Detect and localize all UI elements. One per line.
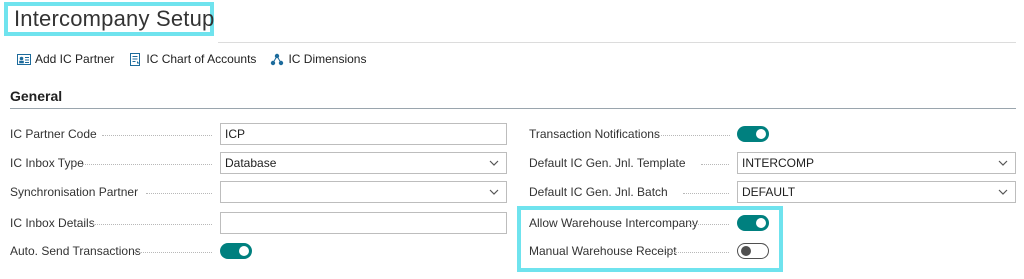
field-label: Default IC Gen. Jnl. Batch [529, 185, 668, 199]
chevron-down-icon [489, 189, 499, 195]
label-leader [146, 193, 212, 194]
label-leader [654, 135, 730, 136]
field-row-auto-send-transactions: Auto. Send Transactions [10, 239, 141, 263]
toggle-knob [239, 246, 249, 256]
field-value: ICP [225, 127, 246, 141]
ic-partner-code-input[interactable]: ICP [220, 123, 507, 145]
field-label: IC Partner Code [10, 127, 97, 141]
allow-warehouse-intercompany-toggle[interactable] [737, 215, 769, 231]
chart-of-accounts-icon [130, 52, 141, 66]
toggle-knob [741, 246, 751, 256]
default-ic-gen-jnl-template-select[interactable]: INTERCOMP [737, 152, 1016, 174]
field-label: Auto. Send Transactions [10, 244, 141, 258]
field-row-default-ic-gen-jnl-batch: Default IC Gen. Jnl. Batch [529, 180, 668, 204]
label-leader [134, 252, 212, 253]
synchronisation-partner-select[interactable] [220, 181, 507, 203]
field-label: Synchronisation Partner [10, 185, 139, 199]
field-value: INTERCOMP [742, 156, 814, 170]
ic-chart-of-accounts-label: IC Chart of Accounts [146, 52, 257, 66]
field-row-synchronisation-partner: Synchronisation Partner [10, 180, 138, 204]
field-row-ic-inbox-details: IC Inbox Details [10, 211, 95, 235]
ic-dimensions-button[interactable]: IC Dimensions [270, 51, 366, 67]
field-row-ic-partner-code: IC Partner Code [10, 122, 97, 146]
section-header-general[interactable]: General [10, 88, 62, 104]
label-leader [82, 164, 212, 165]
manual-warehouse-receipt-toggle[interactable] [737, 243, 769, 259]
label-leader [102, 135, 212, 136]
chevron-down-icon [489, 160, 499, 166]
field-row-transaction-notifications: Transaction Notifications [529, 122, 660, 146]
transaction-notifications-toggle[interactable] [737, 126, 769, 142]
field-label: IC Inbox Type [10, 156, 84, 170]
page-title-highlight: Intercompany Setup [4, 2, 214, 36]
toggle-knob [756, 129, 766, 139]
field-row-ic-inbox-type: IC Inbox Type [10, 151, 84, 175]
auto-send-transactions-toggle[interactable] [220, 243, 252, 259]
label-leader [689, 224, 729, 225]
label-leader [701, 164, 729, 165]
ic-dimensions-label: IC Dimensions [288, 52, 367, 66]
label-leader [92, 224, 212, 225]
field-row-allow-warehouse-intercompany: Allow Warehouse Intercompany [529, 211, 698, 235]
add-ic-partner-button[interactable]: Add IC Partner [17, 51, 114, 67]
toggle-knob [756, 218, 766, 228]
field-label: Transaction Notifications [529, 127, 660, 141]
chevron-down-icon [998, 189, 1008, 195]
field-row-manual-warehouse-receipt: Manual Warehouse Receipt [529, 239, 677, 263]
add-ic-partner-label: Add IC Partner [35, 52, 115, 66]
default-ic-gen-jnl-batch-select[interactable]: DEFAULT [737, 181, 1016, 203]
section-divider [10, 108, 1016, 109]
label-leader [683, 193, 729, 194]
title-divider [218, 42, 1016, 43]
ic-chart-of-accounts-button[interactable]: IC Chart of Accounts [128, 51, 256, 67]
field-value: DEFAULT [742, 185, 796, 199]
field-value: Database [225, 156, 277, 170]
field-label: IC Inbox Details [10, 216, 95, 230]
add-partner-icon [17, 53, 31, 65]
ic-inbox-type-select[interactable]: Database [220, 152, 507, 174]
action-bar: Add IC Partner IC Chart of Accounts IC D… [17, 51, 380, 67]
field-label: Default IC Gen. Jnl. Template [529, 156, 686, 170]
page-title: Intercompany Setup [14, 6, 215, 31]
field-label: Allow Warehouse Intercompany [529, 216, 698, 230]
ic-inbox-details-input[interactable] [220, 212, 507, 234]
dimensions-icon [271, 53, 284, 65]
field-label: Manual Warehouse Receipt [529, 244, 677, 258]
label-leader [666, 252, 729, 253]
field-row-default-ic-gen-jnl-template: Default IC Gen. Jnl. Template [529, 151, 686, 175]
chevron-down-icon [998, 160, 1008, 166]
